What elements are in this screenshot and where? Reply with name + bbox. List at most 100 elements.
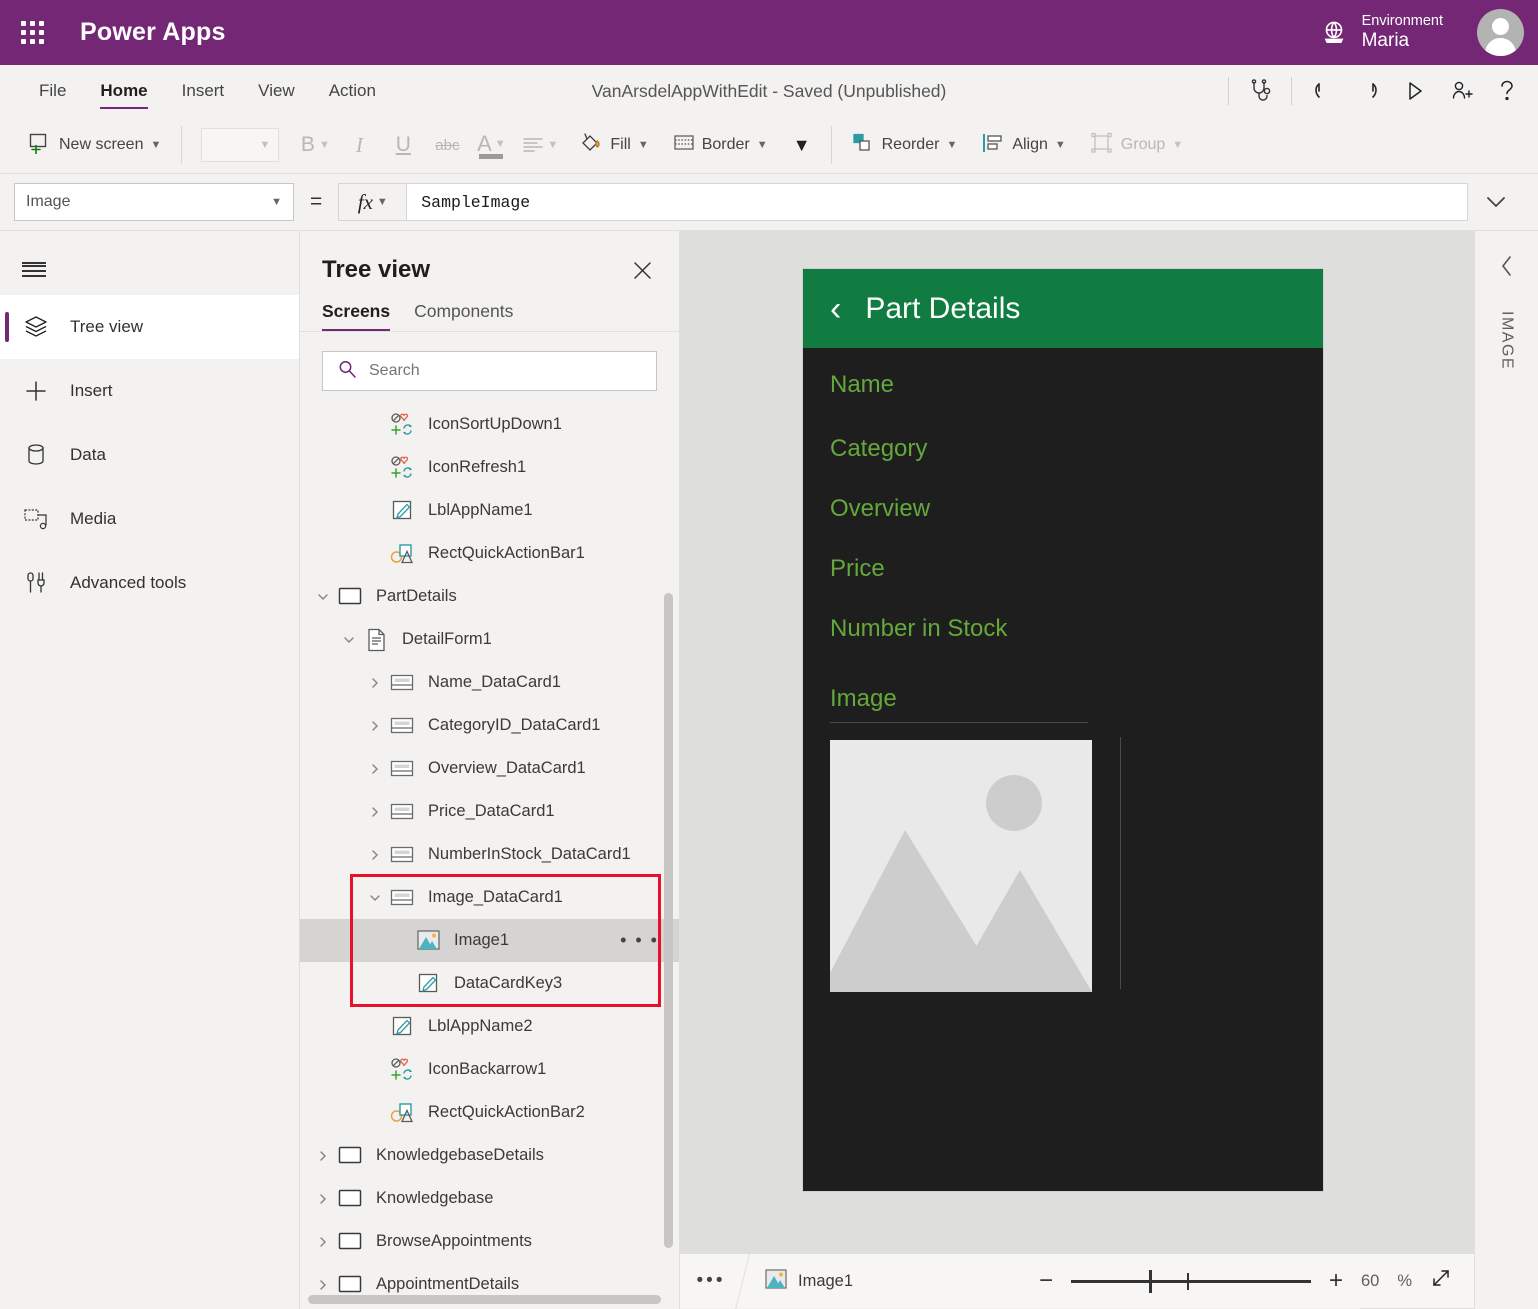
group-button[interactable]: Group ▼ — [1078, 125, 1195, 165]
menu-item-action[interactable]: Action — [312, 65, 393, 117]
tree-item-lblappname2[interactable]: LblAppName2 — [300, 1005, 679, 1048]
hamburger-menu-icon[interactable] — [0, 231, 299, 295]
bold-button[interactable]: B ▼ — [293, 125, 337, 165]
font-color-button[interactable]: A ▼ — [469, 125, 513, 165]
back-chevron-icon[interactable]: ‹ — [830, 292, 841, 326]
user-avatar[interactable] — [1477, 9, 1524, 56]
selected-control-breadcrumb[interactable]: Image1 — [743, 1269, 853, 1294]
menu-item-insert[interactable]: Insert — [165, 65, 242, 117]
font-select[interactable]: ▼ — [201, 128, 279, 162]
tree-item-overview_datacard1[interactable]: Overview_DataCard1 — [300, 747, 679, 790]
fx-button[interactable]: fx ▼ — [338, 183, 406, 221]
tree-item-label: LblAppName2 — [428, 1017, 663, 1036]
formula-input[interactable]: SampleImage — [406, 183, 1468, 221]
chevron-right-icon[interactable] — [310, 1278, 336, 1292]
chevron-down-icon[interactable] — [310, 590, 336, 604]
tools-icon — [22, 570, 50, 596]
chevron-right-icon[interactable] — [362, 805, 388, 819]
tree-item-detailform1[interactable]: DetailForm1 — [300, 618, 679, 661]
chevron-down-icon: ▼ — [1172, 139, 1183, 151]
sidebar-item-tree-view[interactable]: Tree view — [0, 295, 299, 359]
search-box[interactable] — [322, 351, 657, 391]
tree-item-lblappname1[interactable]: LblAppName1 — [300, 489, 679, 532]
datacard-control-icon — [388, 673, 418, 693]
collapse-chevron-icon[interactable] — [1497, 253, 1517, 285]
redo-icon[interactable] — [1346, 71, 1392, 111]
align-button[interactable]: Align ▼ — [969, 125, 1077, 165]
expand-formula-chevron[interactable] — [1468, 194, 1524, 210]
preview-play-icon[interactable] — [1392, 71, 1438, 111]
minus-icon[interactable]: − — [1039, 1269, 1053, 1293]
border-button[interactable]: Border ▼ — [661, 125, 780, 165]
fit-to-screen-icon[interactable] — [1430, 1267, 1452, 1295]
tab-screens[interactable]: Screens — [322, 301, 390, 331]
chevron-right-icon[interactable] — [362, 676, 388, 690]
overflow-dots-icon[interactable]: ••• — [680, 1270, 742, 1292]
chevron-down-icon: ▼ — [946, 139, 957, 151]
image-datacard[interactable] — [830, 722, 1323, 992]
close-icon[interactable] — [627, 255, 657, 285]
tree-item-datacardkey3[interactable]: DataCardKey3 — [300, 962, 679, 1005]
fill-button[interactable]: Fill ▼ — [567, 125, 660, 165]
undo-icon[interactable] — [1300, 71, 1346, 111]
underline-button[interactable]: U — [381, 125, 425, 165]
tree-item-rectquickactionbar1[interactable]: RectQuickActionBar1 — [300, 532, 679, 575]
tree-item-iconbackarrow1[interactable]: IconBackarrow1 — [300, 1048, 679, 1091]
app-launcher-icon[interactable] — [18, 18, 48, 48]
tree-item-price_datacard1[interactable]: Price_DataCard1 — [300, 790, 679, 833]
chevron-down-icon[interactable] — [362, 891, 388, 905]
tree-item-partdetails[interactable]: PartDetails — [300, 575, 679, 618]
environment-selector[interactable]: Environment Maria — [1319, 0, 1443, 65]
tree-item-iconsortupdown1[interactable]: IconSortUpDown1 — [300, 403, 679, 446]
chevron-right-icon[interactable] — [362, 848, 388, 862]
menu-item-home[interactable]: Home — [83, 65, 164, 117]
chevron-right-icon[interactable] — [310, 1149, 336, 1163]
tree-item-iconrefresh1[interactable]: IconRefresh1 — [300, 446, 679, 489]
menu-item-view[interactable]: View — [241, 65, 312, 117]
menu-item-file[interactable]: File — [22, 65, 83, 117]
text-align-button[interactable]: ▼ — [513, 125, 567, 165]
tab-components[interactable]: Components — [414, 301, 513, 331]
chevron-right-icon[interactable] — [310, 1235, 336, 1249]
sidebar-item-media[interactable]: Media — [0, 487, 299, 551]
tree-item-image_datacard1[interactable]: Image_DataCard1 — [300, 876, 679, 919]
field-label-image: Image — [803, 685, 1323, 713]
italic-button[interactable]: I — [337, 125, 381, 165]
tree-item-knowledgebase[interactable]: Knowledgebase — [300, 1177, 679, 1220]
zoom-slider-thumb[interactable] — [1149, 1270, 1152, 1293]
tree-item-more-icon[interactable]: • • • — [620, 930, 663, 951]
help-icon[interactable] — [1484, 71, 1530, 111]
tree-item-rectquickactionbar2[interactable]: RectQuickActionBar2 — [300, 1091, 679, 1134]
plus-icon[interactable]: + — [1329, 1269, 1343, 1293]
share-user-icon[interactable] — [1438, 71, 1484, 111]
reorder-button[interactable]: Reorder ▼ — [839, 125, 970, 165]
tree-horizontal-scrollbar[interactable] — [308, 1295, 661, 1304]
chevron-down-icon[interactable] — [336, 633, 362, 647]
tree-item-numberinstock_datacard1[interactable]: NumberInStock_DataCard1 — [300, 833, 679, 876]
sidebar-item-advanced-tools[interactable]: Advanced tools — [0, 551, 299, 615]
tree-item-browseappointments[interactable]: BrowseAppointments — [300, 1220, 679, 1263]
tree-item-knowledgebasedetails[interactable]: KnowledgebaseDetails — [300, 1134, 679, 1177]
tree-list: IconSortUpDown1IconRefresh1LblAppName1Re… — [300, 403, 679, 1309]
sidebar-item-data[interactable]: Data — [0, 423, 299, 487]
field-label-name: Name — [803, 371, 1323, 399]
more-options-chevron[interactable]: ▼ — [780, 125, 824, 165]
image-placeholder-icon[interactable] — [830, 740, 1092, 992]
tree-vertical-scrollbar[interactable] — [664, 593, 673, 1248]
app-checker-icon[interactable] — [1237, 71, 1283, 111]
strikethrough-button[interactable]: abc — [425, 125, 469, 165]
zoom-slider[interactable] — [1071, 1280, 1311, 1283]
tree-item-image1[interactable]: Image1• • • — [300, 919, 679, 962]
search-input[interactable] — [369, 362, 656, 380]
chevron-right-icon[interactable] — [362, 719, 388, 733]
property-select[interactable]: Image ▼ — [14, 183, 294, 221]
app-screen-preview[interactable]: ‹ Part Details Name Category Overview Pr… — [803, 269, 1323, 1191]
property-select-value: Image — [26, 193, 70, 211]
chevron-right-icon[interactable] — [310, 1192, 336, 1206]
new-screen-button[interactable]: New screen ▼ — [16, 125, 173, 165]
field-rule — [830, 722, 1088, 723]
tree-item-name_datacard1[interactable]: Name_DataCard1 — [300, 661, 679, 704]
tree-item-categoryid_datacard1[interactable]: CategoryID_DataCard1 — [300, 704, 679, 747]
chevron-right-icon[interactable] — [362, 762, 388, 776]
sidebar-item-insert[interactable]: Insert — [0, 359, 299, 423]
